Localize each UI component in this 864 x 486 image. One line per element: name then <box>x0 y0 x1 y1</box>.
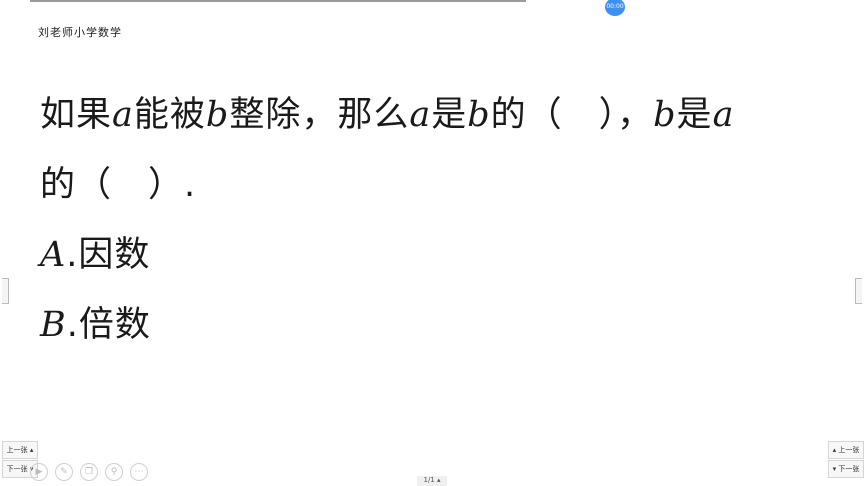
math-var-b: b <box>205 95 230 135</box>
option-b: B.倍数 <box>40 305 151 345</box>
timer-badge[interactable]: 00:00 <box>605 0 625 16</box>
question-line-1: 如果a能被b整除，那么a是b的（ ），b是a <box>40 86 734 137</box>
math-var-a: a <box>112 95 134 135</box>
zoom-icon[interactable]: ⚲ <box>105 463 123 481</box>
pen-icon[interactable]: ✎ <box>55 463 73 481</box>
left-side-handle[interactable] <box>2 278 9 304</box>
math-var-a: a <box>712 95 735 135</box>
option-letter: A <box>40 235 67 275</box>
prev-slide-button-right[interactable]: ▴ 上一张 <box>828 441 864 459</box>
question-text: 如果 <box>40 95 113 135</box>
copy-icon[interactable]: ❐ <box>80 463 98 481</box>
option-letter: B <box>40 305 67 345</box>
next-slide-button-right[interactable]: ▾ 下一张 <box>828 460 864 478</box>
top-progress-line <box>30 0 526 2</box>
play-icon[interactable]: ▶ <box>30 463 48 481</box>
question-line-2: 的（ ）. <box>40 165 197 205</box>
question-text: 整除，那么 <box>229 95 410 135</box>
math-var-b: b <box>653 95 677 135</box>
page-indicator[interactable]: 1/1 ▴ <box>417 476 447 486</box>
question-text: 的（ ）， <box>490 95 654 135</box>
option-a: A.因数 <box>40 235 151 275</box>
more-icon[interactable]: ⋯ <box>130 463 148 481</box>
option-text: 倍数 <box>78 305 151 345</box>
channel-title: 刘老师小学数学 <box>38 26 122 39</box>
question-text: 是 <box>431 95 468 135</box>
math-var-a: a <box>409 95 432 135</box>
prev-slide-button-left[interactable]: 上一张 ▴ <box>2 441 38 459</box>
question-text: 能被 <box>133 95 206 135</box>
math-var-b: b <box>467 95 491 135</box>
option-text: 因数 <box>78 235 151 275</box>
right-side-handle[interactable] <box>855 278 862 304</box>
question-text: 是 <box>676 95 713 135</box>
